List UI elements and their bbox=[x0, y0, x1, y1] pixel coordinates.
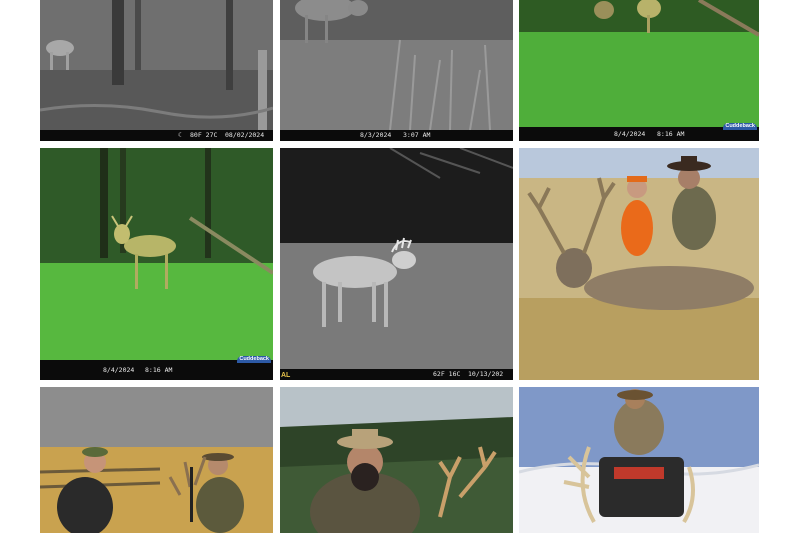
photo-tile-3[interactable]: 8/4/2024 8:16 AM Cuddeback bbox=[519, 0, 759, 141]
photo-tile-7[interactable] bbox=[40, 387, 273, 533]
cuddeback-logo: Cuddeback bbox=[723, 123, 757, 130]
photo-tile-4[interactable]: 8/4/2024 8:16 AM Cuddeback bbox=[40, 148, 273, 380]
photo-tile-9[interactable] bbox=[519, 387, 759, 533]
photo-tile-6[interactable] bbox=[519, 148, 759, 380]
photo-tile-5[interactable]: 62F 16C 10/13/202 AL bbox=[280, 148, 513, 380]
camera-brand-logo: AL bbox=[281, 372, 291, 379]
time-text: 3:07 AM bbox=[403, 131, 431, 139]
cuddeback-logo: Cuddeback bbox=[237, 356, 271, 363]
date-text: 8/4/2024 bbox=[103, 366, 135, 374]
atv-hunter-snow-image bbox=[519, 387, 759, 533]
date-text: 08/02/2024 bbox=[225, 131, 265, 139]
temperature-text: 62F 16C bbox=[433, 370, 461, 378]
camera-info-bar: 62F 16C 10/13/202 bbox=[280, 369, 513, 380]
bearded-hunter-whitetail-image bbox=[280, 387, 513, 533]
time-text: 8:16 AM bbox=[657, 130, 685, 138]
date-text: 8/3/2024 bbox=[360, 131, 392, 139]
camera-info-bar: 8/4/2024 8:16 AM bbox=[40, 360, 273, 380]
photo-tile-2[interactable]: 8/3/2024 3:07 AM bbox=[280, 0, 513, 141]
camera-info-bar: ☾ 80F 27C 08/02/2024 bbox=[40, 130, 273, 141]
photo-tile-1[interactable]: ☾ 80F 27C 08/02/2024 bbox=[40, 0, 273, 141]
trail-cam-forest-buck-image bbox=[40, 148, 273, 380]
trail-cam-grass-deer-image bbox=[280, 0, 513, 141]
temperature-text: 80F 27C bbox=[190, 131, 218, 139]
photo-tile-8[interactable] bbox=[280, 387, 513, 533]
date-text: 8/4/2024 bbox=[614, 130, 646, 138]
mule-deer-hunters-image bbox=[519, 148, 759, 380]
camera-info-bar: 8/3/2024 3:07 AM bbox=[280, 130, 513, 141]
moon-icon: ☾ bbox=[178, 131, 182, 139]
time-text: 8:16 AM bbox=[145, 366, 173, 374]
date-text: 10/13/202 bbox=[468, 370, 504, 378]
hunter-elk-fence-image bbox=[40, 387, 273, 533]
trail-cam-green-grass-image bbox=[519, 0, 759, 141]
trail-cam-night-whitetail-image bbox=[280, 148, 513, 380]
trail-cam-forest-doe-image bbox=[40, 0, 273, 141]
